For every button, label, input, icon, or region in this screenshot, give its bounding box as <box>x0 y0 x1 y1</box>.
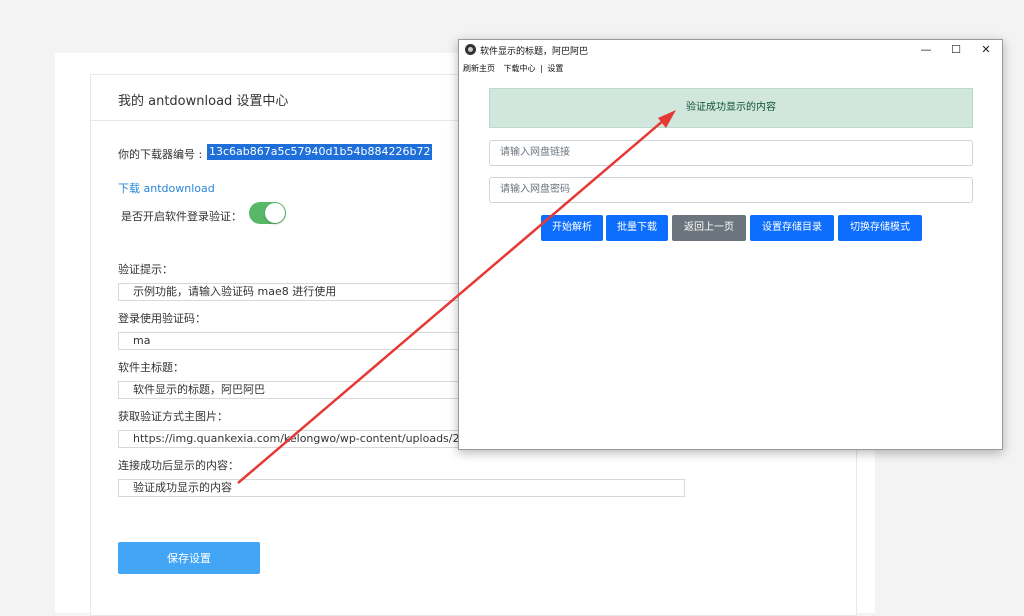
annotation-arrow <box>237 110 676 484</box>
annotation-arrow-line <box>237 119 665 484</box>
annotation-arrow-head <box>658 110 676 128</box>
